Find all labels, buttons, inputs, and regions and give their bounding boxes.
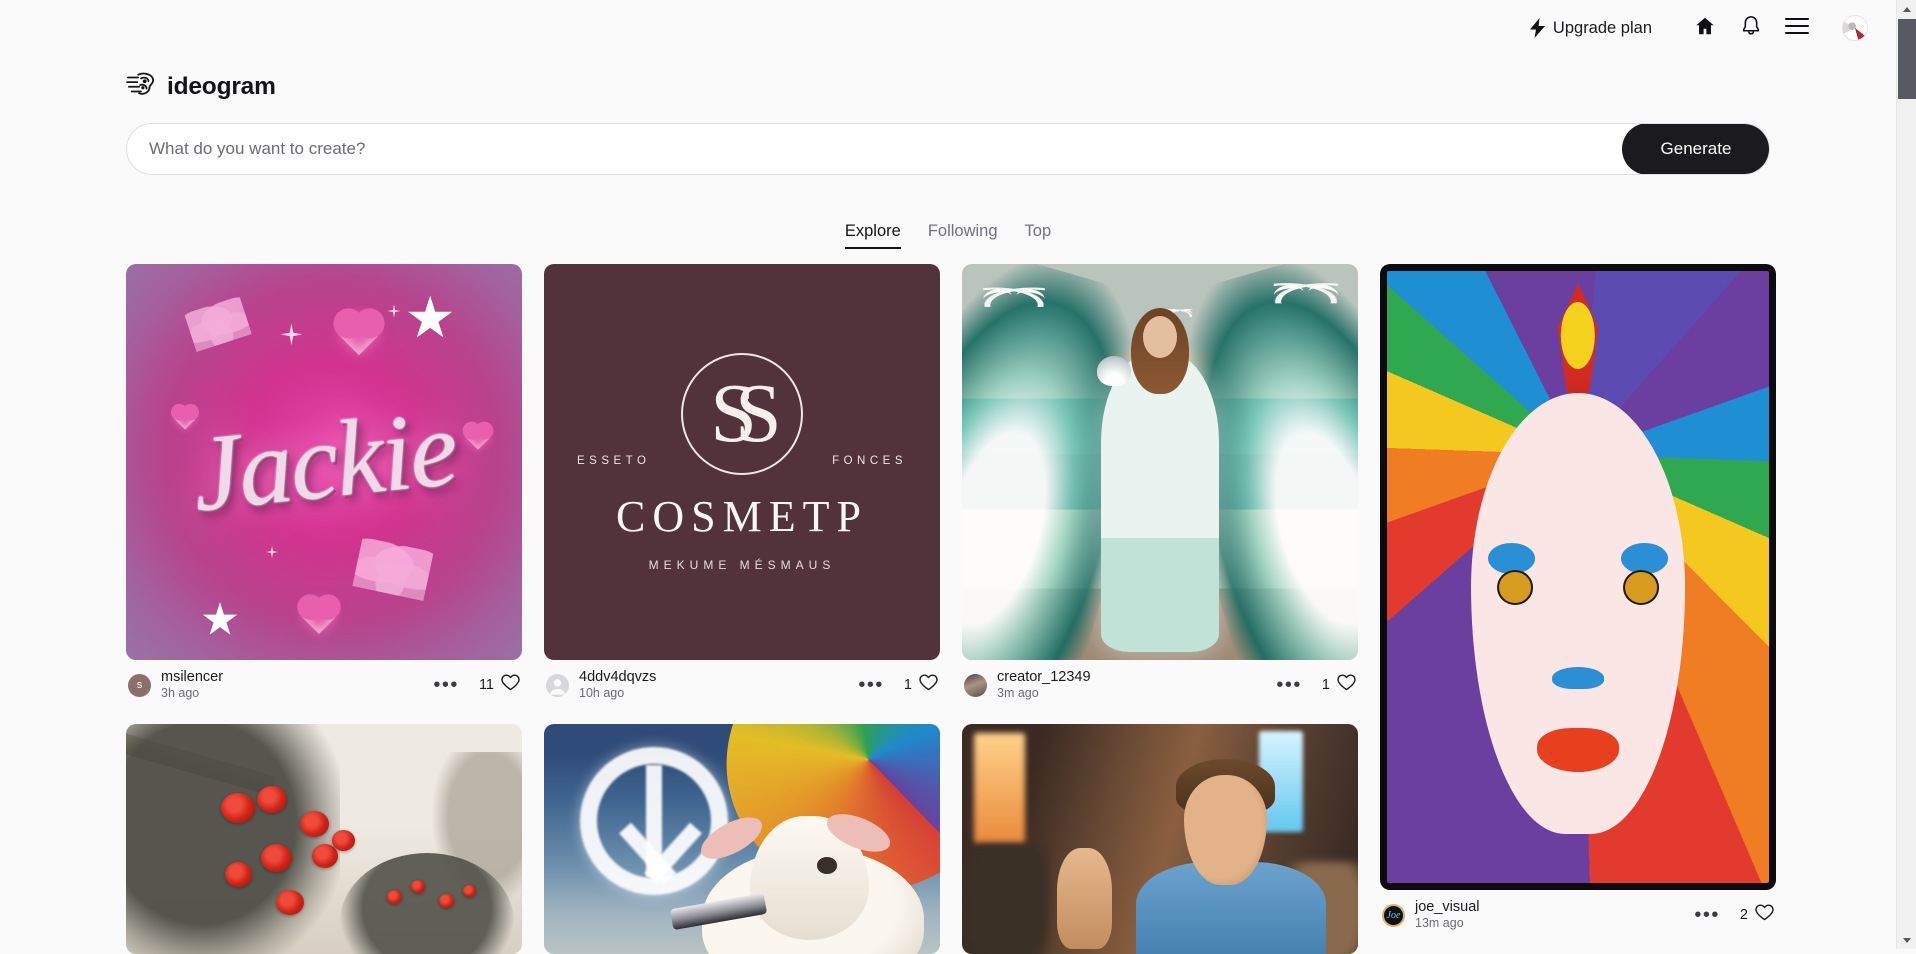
like-count: 1: [903, 677, 912, 693]
gallery-card-red-roses: [126, 724, 522, 954]
artwork-monogram: SS: [710, 367, 782, 460]
home-button[interactable]: [1682, 5, 1728, 51]
like-button[interactable]: 11: [479, 674, 520, 696]
timestamp: 3h ago: [161, 686, 200, 701]
image-gallery: Jackie s msilencer 3h ago ••• 11 SS ESSE…: [126, 264, 1776, 954]
brand-name: ideogram: [167, 72, 276, 100]
prompt-input[interactable]: [127, 124, 1622, 174]
author-block: msilencer 3h ago: [161, 669, 223, 701]
gallery-card-jackie: Jackie s msilencer 3h ago ••• 11: [126, 264, 522, 702]
generate-button[interactable]: Generate: [1622, 124, 1769, 174]
gallery-card-ocean-goddess: creator_12349 3m ago ••• 1: [962, 264, 1358, 702]
card-meta: Joe joe_visual 13m ago ••• 2: [1380, 890, 1776, 932]
page-root: Upgrade plan ideogram What do you want t…: [0, 0, 1896, 954]
ideogram-brain-logo-icon: [126, 70, 156, 103]
tab-top[interactable]: Top: [1025, 222, 1052, 249]
more-options-button[interactable]: •••: [427, 675, 465, 695]
notifications-button[interactable]: [1728, 5, 1774, 51]
artwork-thumbnail[interactable]: [126, 724, 522, 954]
brand-logo[interactable]: ideogram: [126, 70, 276, 103]
like-count: 11: [478, 677, 494, 693]
upgrade-plan-label: Upgrade plan: [1552, 18, 1652, 37]
gallery-card-man-clapping: [962, 724, 1358, 954]
artwork-thumbnail[interactable]: [962, 264, 1358, 660]
heart-icon: [1337, 674, 1356, 696]
avatar[interactable]: [546, 673, 569, 697]
gallery-column-2: SS ESSETO FONCES COSMETP MEKUME MÉSMAUS: [544, 264, 940, 954]
gallery-card-cosmetp: SS ESSETO FONCES COSMETP MEKUME MÉSMAUS: [544, 264, 940, 702]
username[interactable]: 4ddv4dqvzs: [579, 669, 656, 686]
artwork-thumbnail[interactable]: [1380, 264, 1776, 890]
prompt-bar: Generate: [126, 123, 1770, 175]
author-block: creator_12349 3m ago: [997, 669, 1091, 701]
scroll-up-button[interactable]: [1897, 0, 1916, 18]
like-button[interactable]: 1: [1322, 674, 1356, 696]
menu-button[interactable]: [1774, 5, 1820, 51]
like-count: 1: [1321, 677, 1330, 693]
artwork-subword-right: FONCES: [832, 454, 907, 467]
artwork-monogram-ring: SS: [681, 352, 803, 475]
more-options-button[interactable]: •••: [1688, 905, 1726, 925]
like-button[interactable]: 2: [1740, 904, 1774, 926]
feed-tabs: Explore Following Top: [0, 222, 1896, 249]
gallery-column-3: creator_12349 3m ago ••• 1: [962, 264, 1358, 954]
card-meta: 4ddv4dqvzs 10h ago ••• 1: [544, 660, 940, 702]
artwork-thumbnail[interactable]: Jackie: [126, 264, 522, 660]
avatar[interactable]: Joe: [1382, 903, 1405, 927]
username[interactable]: creator_12349: [997, 669, 1091, 686]
avatar[interactable]: s: [128, 673, 151, 697]
heart-icon: [501, 674, 520, 696]
author-block: joe_visual 13m ago: [1415, 899, 1480, 931]
username[interactable]: joe_visual: [1415, 899, 1480, 916]
artwork-subword-left: ESSETO: [577, 454, 651, 467]
timestamp: 13m ago: [1415, 916, 1464, 931]
gallery-card-sheep-peace: [544, 724, 940, 954]
heart-icon: [1755, 904, 1774, 926]
artwork-tagline: MEKUME MÉSMAUS: [648, 557, 836, 572]
hamburger-menu-icon: [1785, 17, 1809, 40]
heart-icon: [919, 674, 938, 696]
card-meta: s msilencer 3h ago ••• 11: [126, 660, 522, 702]
scroll-down-button[interactable]: [1897, 931, 1916, 949]
like-button[interactable]: 1: [904, 674, 938, 696]
user-avatar[interactable]: [1842, 15, 1868, 41]
bell-icon: [1740, 14, 1762, 42]
author-block: 4ddv4dqvzs 10h ago: [579, 669, 656, 701]
gallery-column-1: Jackie s msilencer 3h ago ••• 11: [126, 264, 522, 954]
more-options-button[interactable]: •••: [852, 675, 890, 695]
scrollbar-thumb[interactable]: [1898, 19, 1916, 99]
tab-explore[interactable]: Explore: [844, 222, 901, 249]
lightning-bolt-icon: [1529, 18, 1546, 38]
artwork-thumbnail[interactable]: [962, 724, 1358, 954]
timestamp: 3m ago: [997, 686, 1039, 701]
artwork-thumbnail[interactable]: SS ESSETO FONCES COSMETP MEKUME MÉSMAUS: [544, 264, 940, 660]
avatar[interactable]: [964, 673, 987, 697]
page-scrollbar[interactable]: [1896, 0, 1916, 949]
artwork-headline: COSMETP: [616, 491, 868, 541]
gallery-card-psychedelic-face: Joe joe_visual 13m ago ••• 2: [1380, 264, 1776, 932]
upgrade-plan-button[interactable]: Upgrade plan: [1529, 18, 1652, 38]
more-options-button[interactable]: •••: [1270, 675, 1308, 695]
like-count: 2: [1739, 907, 1748, 923]
home-icon: [1694, 15, 1716, 42]
timestamp: 10h ago: [579, 686, 625, 701]
tab-following[interactable]: Following: [928, 222, 998, 249]
card-meta: creator_12349 3m ago ••• 1: [962, 660, 1358, 702]
top-utility-bar: Upgrade plan: [0, 0, 1896, 56]
gallery-column-4: Joe joe_visual 13m ago ••• 2: [1380, 264, 1776, 932]
username[interactable]: msilencer: [161, 669, 223, 686]
artwork-thumbnail[interactable]: [544, 724, 940, 954]
